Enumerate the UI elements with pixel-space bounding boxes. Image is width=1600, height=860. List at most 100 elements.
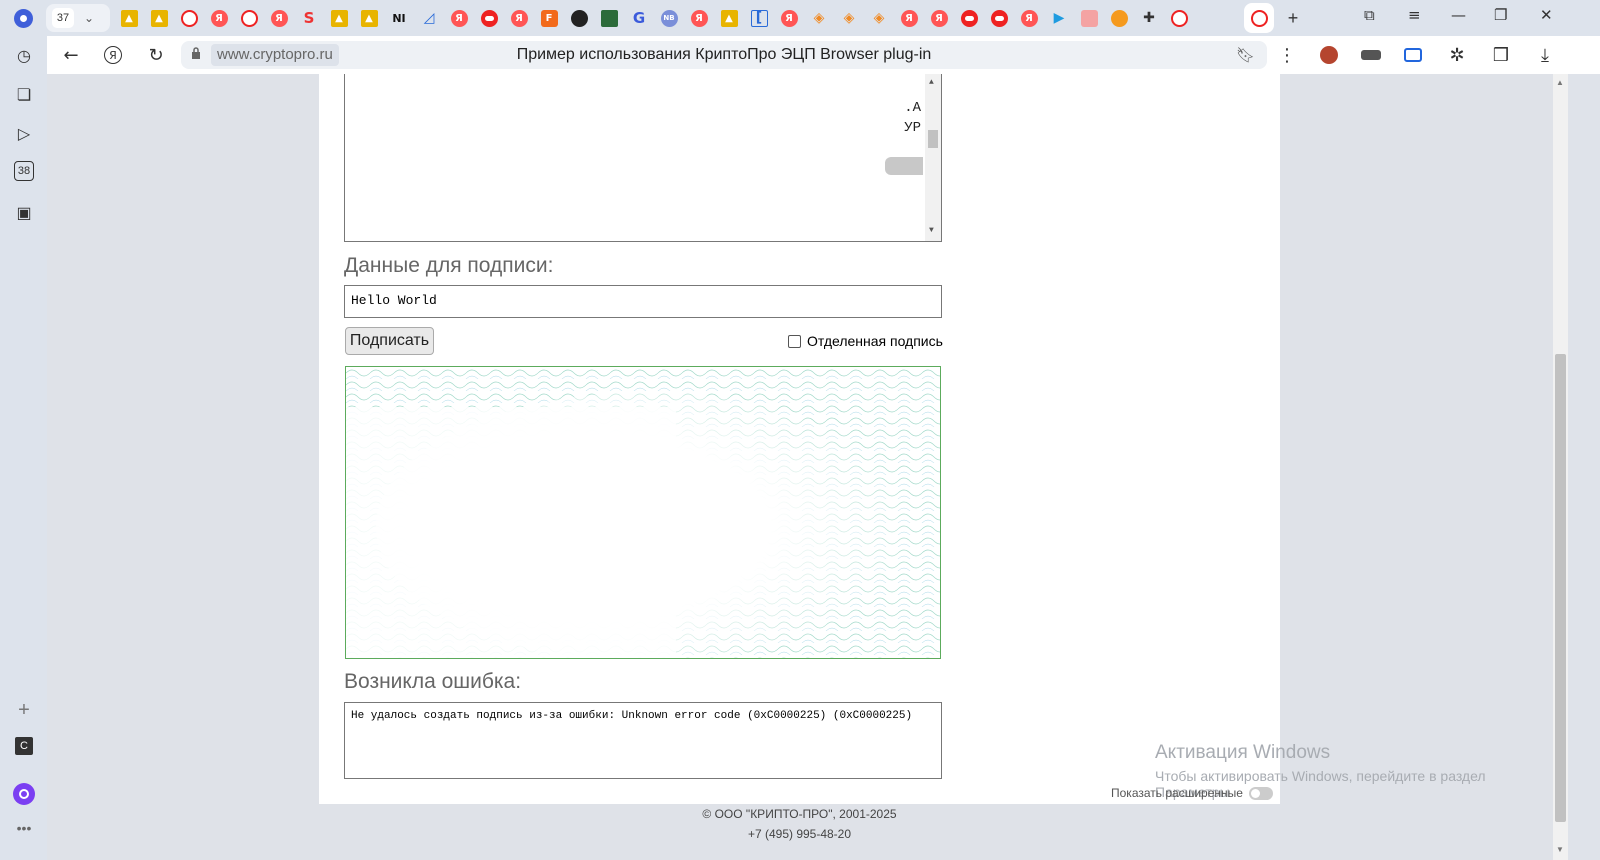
footer-copyright: © ООО "КРИПТО-ПРО", 2001-2025	[702, 807, 897, 821]
tab-favicon[interactable]	[984, 3, 1014, 33]
detached-signature-option[interactable]: Отделенная подпись	[788, 333, 943, 349]
more-icon[interactable]: •••	[12, 816, 36, 840]
tab-bar: 37 ⌄ ▲ ▲ Я Я S ▲ ▲ NI ◿ Я Я F G NB Я ▲ […	[0, 0, 1600, 36]
tab-favicon[interactable]: ◈	[804, 3, 834, 33]
tab-favicon[interactable]: Я	[924, 3, 954, 33]
tab-favicon[interactable]	[954, 3, 984, 33]
notes-icon[interactable]: ❏	[12, 83, 36, 107]
extensions-icon[interactable]: ✲	[1437, 36, 1477, 74]
browser-logo-icon[interactable]	[8, 3, 38, 33]
tab-favicon[interactable]: NI	[384, 3, 414, 33]
back-button[interactable]: ←	[51, 36, 91, 74]
extension-avatar-icon[interactable]	[1309, 36, 1349, 74]
bookmark-icon[interactable]: 🔖︎	[1236, 46, 1255, 64]
data-label: Данные для подписи:	[344, 254, 554, 277]
tab-favicon[interactable]	[1104, 3, 1134, 33]
new-tab-button[interactable]: +	[1278, 3, 1308, 33]
alice-icon[interactable]	[13, 783, 35, 805]
data-input[interactable]: Hello World	[344, 285, 942, 318]
screen-record-icon[interactable]	[1393, 36, 1433, 74]
tab-favicon[interactable]: ▲	[114, 3, 144, 33]
tab-favicon[interactable]: G	[624, 3, 654, 33]
sign-button[interactable]: Подписать	[345, 327, 434, 355]
tab-favicon[interactable]: ▲	[144, 3, 174, 33]
screenshot-icon[interactable]: ▣	[12, 201, 36, 225]
address-bar-row: ← Я ↻ www.cryptopro.ru Пример использова…	[47, 36, 1600, 74]
tab-favicon[interactable]: F	[534, 3, 564, 33]
tab-favicon[interactable]	[474, 3, 504, 33]
add-panel-icon[interactable]: +	[12, 698, 36, 722]
tab-favicon[interactable]: ▲	[324, 3, 354, 33]
error-label: Возникла ошибка:	[344, 670, 522, 693]
tab-favicon[interactable]	[1074, 3, 1104, 33]
minimize-button[interactable]: —	[1451, 6, 1466, 24]
bookmarks-panel-icon[interactable]: ❒	[1481, 36, 1521, 74]
page-title: Пример использования КриптоПро ЭЦП Brows…	[516, 46, 932, 63]
play-icon[interactable]: ▷	[12, 122, 36, 146]
extension-hat-icon[interactable]	[1351, 36, 1391, 74]
certificate-list[interactable]: .А УР ▲ ▼	[344, 74, 942, 242]
menu-icon[interactable]: ≡	[1408, 6, 1421, 24]
tab-favicons: ▲ ▲ Я Я S ▲ ▲ NI ◿ Я Я F G NB Я ▲ [ Я ◈ …	[114, 3, 1194, 33]
download-icon[interactable]: ⤓	[1525, 36, 1565, 74]
cert-list-line[interactable]: .А	[904, 100, 921, 116]
signature-output[interactable]	[345, 366, 941, 659]
collections-icon[interactable]: ⧉	[1364, 6, 1375, 24]
page-scrollbar[interactable]: ▲ ▼	[1553, 74, 1568, 860]
tab-favicon[interactable]: Я	[504, 3, 534, 33]
detached-checkbox[interactable]	[788, 334, 801, 348]
tab-favicon[interactable]: Я	[264, 3, 294, 33]
detached-label: Отделенная подпись	[807, 333, 943, 349]
show-extended-toggle[interactable]: Показать расширенные	[1111, 786, 1273, 800]
tab-counter[interactable]: 37 ⌄	[46, 4, 110, 32]
tab-favicon[interactable]: S	[294, 3, 324, 33]
omnibox[interactable]: www.cryptopro.ru Пример использования Кр…	[181, 41, 1267, 69]
list-scrollbar[interactable]: ▲ ▼	[925, 74, 941, 241]
toggle-label: Показать расширенные	[1111, 786, 1243, 800]
error-output[interactable]: Не удалось создать подпись из-за ошибки:…	[344, 702, 942, 779]
tab-favicon[interactable]: Я	[204, 3, 234, 33]
page-scroll-thumb[interactable]	[1555, 354, 1566, 822]
tab-favicon[interactable]: ▲	[354, 3, 384, 33]
tab-favicon[interactable]: ▲	[714, 3, 744, 33]
close-window-button[interactable]: ✕	[1540, 6, 1553, 24]
puzzle-icon[interactable]: ✚	[1134, 3, 1164, 33]
tab-favicon[interactable]	[1164, 3, 1194, 33]
tab-favicon[interactable]: Я	[444, 3, 474, 33]
tab-favicon[interactable]	[564, 3, 594, 33]
scroll-down-arrow[interactable]: ▼	[1556, 845, 1564, 854]
more-vert-icon[interactable]: ⋮	[1267, 36, 1307, 74]
list-scroll-thumb[interactable]	[928, 130, 938, 148]
tab-favicon[interactable]: NB	[654, 3, 684, 33]
yandex-button[interactable]: Я	[93, 36, 133, 74]
tab-favicon[interactable]: ◈	[834, 3, 864, 33]
reload-button[interactable]: ↻	[136, 36, 176, 74]
toggle-switch[interactable]	[1248, 786, 1273, 800]
tab-favicon[interactable]: ◿	[414, 3, 444, 33]
cert-list-line[interactable]: УР	[904, 120, 921, 136]
tab-favicon[interactable]: [	[744, 3, 774, 33]
watermark-subtitle: Чтобы активировать Windows, перейдите в …	[1155, 768, 1486, 784]
scroll-down-arrow[interactable]: ▼	[929, 226, 934, 235]
tab-favicon[interactable]	[594, 3, 624, 33]
tab-favicon[interactable]	[234, 3, 264, 33]
tab-favicon[interactable]: Я	[1014, 3, 1044, 33]
chevron-down-icon[interactable]: ⌄	[84, 11, 94, 25]
calendar-icon[interactable]: 38	[14, 161, 34, 181]
tab-favicon[interactable]	[174, 3, 204, 33]
tab-favicon[interactable]: ◈	[864, 3, 894, 33]
watermark-title: Активация Windows	[1155, 742, 1331, 763]
active-tab[interactable]	[1244, 3, 1274, 33]
scroll-up-arrow[interactable]: ▲	[1556, 78, 1564, 87]
c-app-icon[interactable]: C	[15, 737, 33, 755]
footer-phone: +7 (495) 995-48-20	[747, 827, 852, 841]
history-icon[interactable]: ◷	[12, 44, 36, 68]
guilloche-pattern	[346, 367, 940, 658]
tab-favicon[interactable]: Я	[684, 3, 714, 33]
tab-favicon[interactable]: Я	[894, 3, 924, 33]
selected-item-highlight	[885, 157, 923, 175]
restore-button[interactable]: ❐	[1494, 6, 1507, 24]
tab-favicon[interactable]: Я	[774, 3, 804, 33]
tab-favicon[interactable]: ▶	[1044, 3, 1074, 33]
scroll-up-arrow[interactable]: ▲	[929, 78, 934, 87]
